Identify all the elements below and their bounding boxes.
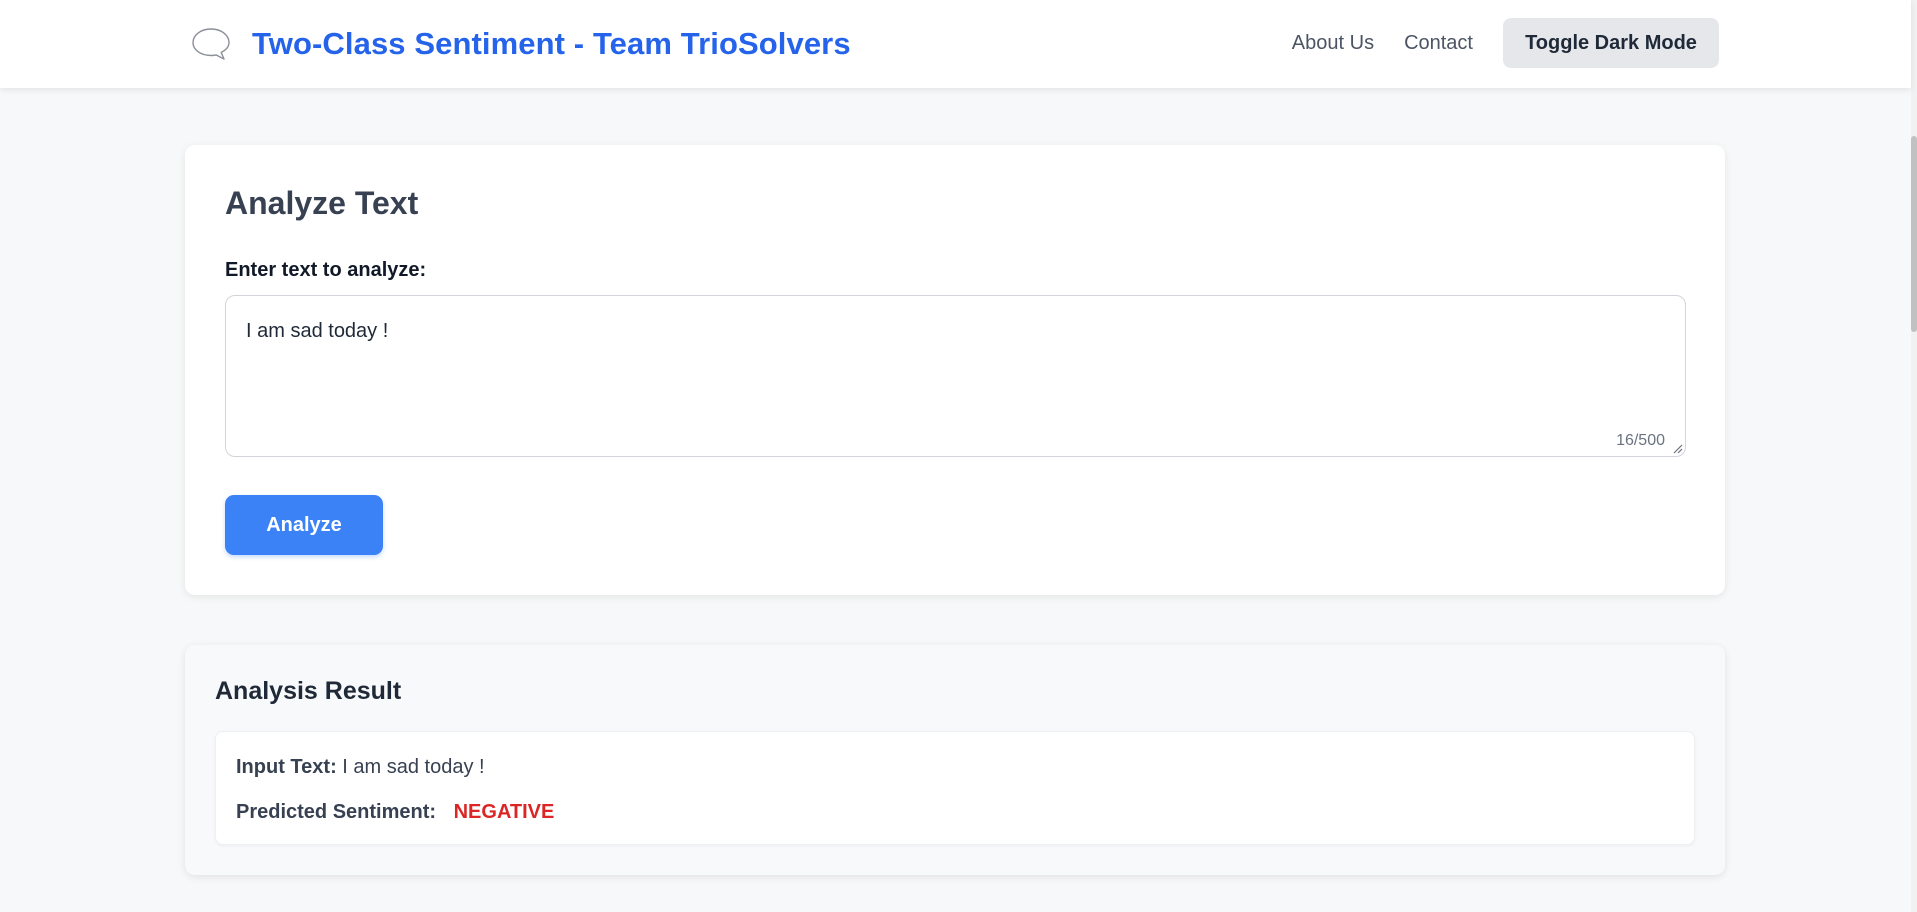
app-title: Two-Class Sentiment - Team TrioSolvers	[252, 26, 851, 61]
page-scrollbar[interactable]	[1911, 0, 1917, 912]
result-heading: Analysis Result	[215, 677, 402, 705]
char-counter: 16/500	[1616, 432, 1665, 449]
nav-about-us-link[interactable]: About Us	[1292, 32, 1374, 55]
top-navbar: Two-Class Sentiment - Team TrioSolvers A…	[0, 0, 1911, 88]
text-input[interactable]: I am sad today !	[226, 296, 1685, 456]
analyze-card: Analyze Text Enter text to analyze: I am…	[185, 145, 1725, 595]
input-text-label: Input Text:	[236, 756, 337, 778]
result-details: Input Text: I am sad today ! Predicted S…	[215, 731, 1695, 845]
sentiment-badge: NEGATIVE	[453, 801, 555, 823]
scrollbar-thumb[interactable]	[1911, 136, 1917, 332]
result-sentiment-row: Predicted Sentiment: NEGATIVE	[236, 801, 554, 824]
text-input-container: I am sad today ! 16/500	[225, 295, 1686, 457]
analyze-heading: Analyze Text	[225, 185, 419, 221]
text-input-label: Enter text to analyze:	[225, 259, 427, 281]
page: Two-Class Sentiment - Team TrioSolvers A…	[0, 0, 1917, 912]
resize-handle-icon[interactable]	[1671, 442, 1683, 454]
toggle-dark-mode-button[interactable]: Toggle Dark Mode	[1503, 18, 1719, 68]
predicted-sentiment-label: Predicted Sentiment:	[236, 801, 437, 823]
speech-bubble-icon	[192, 28, 230, 60]
analyze-button[interactable]: Analyze	[225, 495, 383, 555]
result-card: Analysis Result Input Text: I am sad tod…	[185, 645, 1725, 875]
brand: Two-Class Sentiment - Team TrioSolvers	[190, 26, 851, 62]
input-text-value: I am sad today !	[342, 756, 485, 778]
result-input-row: Input Text: I am sad today !	[236, 756, 485, 779]
nav-links: About Us Contact Toggle Dark Mode	[1292, 18, 1719, 68]
nav-contact-link[interactable]: Contact	[1404, 32, 1473, 55]
